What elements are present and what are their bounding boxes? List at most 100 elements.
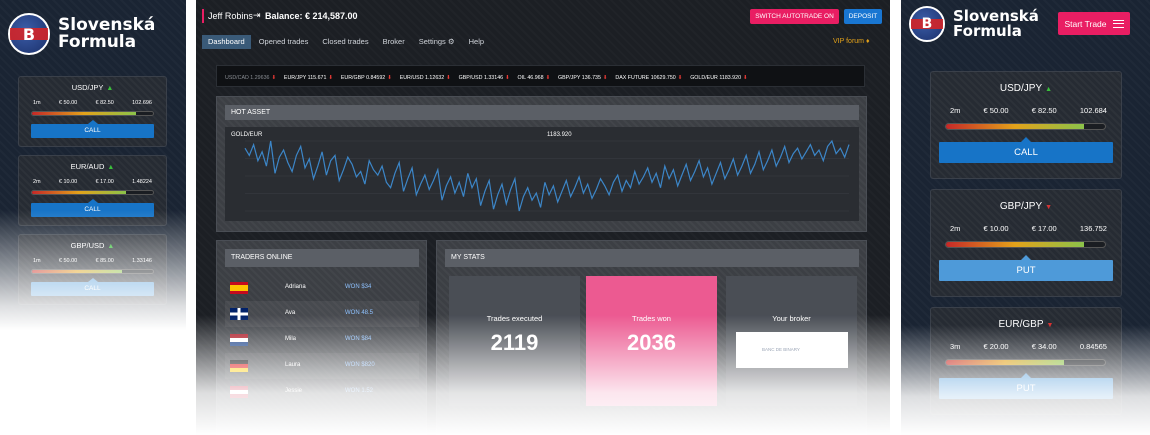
asset-meter — [945, 241, 1106, 248]
put-button[interactable]: PUT — [939, 378, 1113, 399]
down-arrow-icon: ⬇ — [328, 75, 333, 81]
tab-broker[interactable]: Broker — [377, 35, 411, 49]
ticker-item: EUR/GBP 0.84592 ⬇ — [341, 67, 392, 86]
tab-opened-trades[interactable]: Opened trades — [253, 35, 315, 49]
asset-rate: 102.696 — [132, 100, 152, 106]
trend-up-icon: ▲ — [106, 85, 114, 92]
call-button[interactable]: CALL — [31, 282, 154, 296]
brand-name: Slovenská Formula — [58, 15, 156, 52]
trend-down-icon: ▼ — [1045, 204, 1053, 211]
trader-name: Jessie — [285, 388, 303, 394]
brand-right: B Slovenská Formula — [909, 6, 1039, 42]
broker-name: BANC DE BINARY — [762, 347, 800, 352]
asset-title: GBP/JPY ▼ — [931, 201, 1121, 212]
ticker-text: USD/CAD 1.29636 — [225, 75, 270, 81]
trader-name: Mila — [285, 336, 297, 342]
ticker-text: GBP/JPY 136.735 — [558, 75, 601, 81]
asset-time: 2m — [950, 106, 961, 115]
stat-trades-won: Trades won 2036 — [586, 276, 717, 406]
menu-icon — [1112, 19, 1124, 28]
asset-title: GBP/USD ▲ — [19, 241, 166, 250]
asset-row: 1m € 50.00 € 82.50 102.696 — [33, 100, 152, 106]
asset-meter-fill — [946, 124, 1085, 129]
asset-low: € 50.00 — [58, 100, 78, 106]
start-trade-button[interactable]: Start Trade — [1058, 12, 1130, 35]
deposit-button[interactable]: DEPOSIT — [844, 9, 882, 24]
down-arrow-icon: ⬇ — [602, 75, 608, 81]
trader-name: Adriana — [285, 284, 306, 290]
asset-card: EUR/GBP ▼ 3m € 20.00 € 34.00 0.84565 PUT — [930, 307, 1122, 415]
down-arrow-icon: ⬇ — [446, 75, 451, 81]
ticker-text: GOLD/EUR 1183.920 — [690, 75, 742, 81]
asset-pair: EUR/GBP — [998, 319, 1044, 330]
logout-icon[interactable]: ⇥ — [253, 10, 261, 21]
trader-name: Laura — [285, 362, 301, 368]
gear-icon: ⚙ — [447, 37, 455, 46]
call-button[interactable]: CALL — [939, 142, 1113, 163]
asset-low: € 10.00 — [983, 224, 1009, 233]
country-flag-icon — [230, 282, 248, 294]
trader-won: WON $820 — [345, 362, 375, 368]
ticker-text: EUR/USD 1.12632 — [399, 75, 445, 81]
broker-logo[interactable]: BANC DE BINARY — [736, 332, 848, 368]
tab-closed-trades[interactable]: Closed trades — [316, 35, 374, 49]
asset-meter — [945, 359, 1106, 366]
asset-title: USD/JPY ▲ — [19, 83, 166, 92]
stat-executed-label: Trades executed — [486, 314, 543, 323]
asset-high: € 85.00 — [95, 258, 114, 264]
stat-executed-value: 2119 — [490, 330, 539, 355]
balance: Balance: € 214,587.00 — [265, 11, 358, 21]
asset-card: USD/JPY ▲ 2m € 50.00 € 82.50 102.684 CALL — [930, 71, 1122, 179]
country-flag-icon — [230, 334, 248, 346]
logo-icon: B — [909, 6, 945, 42]
put-button[interactable]: PUT — [939, 260, 1113, 281]
hot-asset-title: HOT ASSET — [225, 105, 859, 120]
tab-help[interactable]: Help — [463, 35, 490, 49]
vip-forum-label: VIP forum — [833, 38, 864, 45]
start-trade-label: Start Trade — [1064, 18, 1107, 29]
asset-pair: USD/JPY — [71, 83, 104, 92]
main-nav: Dashboard Opened trades Closed trades Br… — [202, 35, 492, 49]
brand-left: B Slovenská Formula — [8, 13, 155, 55]
tab-settings[interactable]: Settings ⚙ — [413, 35, 461, 49]
asset-rate: 136.752 — [1079, 224, 1107, 233]
my-stats-title: MY STATS — [445, 249, 859, 267]
vip-forum-link[interactable]: VIP forum ♦ — [833, 38, 870, 45]
ticker-text: EUR/JPY 115.671 — [283, 75, 327, 81]
diamond-icon: ♦ — [865, 38, 870, 45]
asset-meter — [945, 123, 1106, 130]
price-ticker: USD/CAD 1.29636 ⬇ EUR/JPY 115.671 ⬇ EUR/GBP … — [216, 65, 865, 87]
tab-settings-label: Settings — [418, 37, 446, 46]
mobile-panel-right: B Slovenská Formula Start Trade USD/JPY ▲… — [901, 0, 1150, 435]
stat-won-value: 2036 — [627, 330, 676, 355]
trader-row: Ava WON 48.5 — [225, 301, 419, 327]
ticker-item: DAX FUTURE 10629.750 ⬇ — [615, 67, 682, 86]
asset-low: € 50.00 — [983, 106, 1009, 115]
trader-won: WON 48.5 — [345, 310, 374, 316]
stat-trades-executed: Trades executed 2119 — [449, 276, 580, 406]
ticker-item: USD/CAD 1.29636 ⬇ — [225, 67, 276, 86]
down-arrow-icon: ⬇ — [387, 75, 392, 81]
traders-online-panel: TRADERS ONLINE Adriana WON $34 Ava WON 48.5… — [216, 240, 427, 435]
asset-pair: GBP/USD — [70, 241, 105, 250]
asset-row: 3m € 20.00 € 34.00 0.84565 — [950, 342, 1107, 351]
switch-autotrade-button[interactable]: SWITCH AUTOTRADE ON — [750, 9, 839, 24]
asset-row: 2m € 10.00 € 17.00 136.752 — [950, 224, 1107, 233]
ticker-item: GBP/JPY 136.735 ⬇ — [558, 67, 608, 86]
tab-dashboard[interactable]: Dashboard — [202, 35, 251, 49]
trader-row: Laura WON $820 — [225, 353, 419, 379]
asset-pair: EUR/AUD — [70, 162, 105, 171]
stat-your-broker: Your broker BANC DE BINARY — [726, 276, 857, 406]
call-button[interactable]: CALL — [31, 124, 154, 138]
asset-meter — [31, 111, 154, 116]
asset-card: EUR/AUD ▲ 2m € 10.00 € 17.00 1.48224 CALL — [18, 155, 167, 226]
asset-high: € 17.00 — [95, 179, 114, 185]
user-name: Jeff Robins — [208, 11, 253, 21]
trader-name: Ava — [285, 310, 296, 316]
ticker-item: EUR/USD 1.12632 ⬇ — [399, 67, 451, 86]
asset-pair: USD/JPY — [999, 83, 1043, 94]
asset-meter-fill — [946, 242, 1085, 247]
asset-rate: 0.84565 — [1079, 342, 1107, 351]
hot-asset-chart: GOLD/EUR 1183.920 — [225, 127, 859, 221]
call-button[interactable]: CALL — [31, 203, 154, 217]
